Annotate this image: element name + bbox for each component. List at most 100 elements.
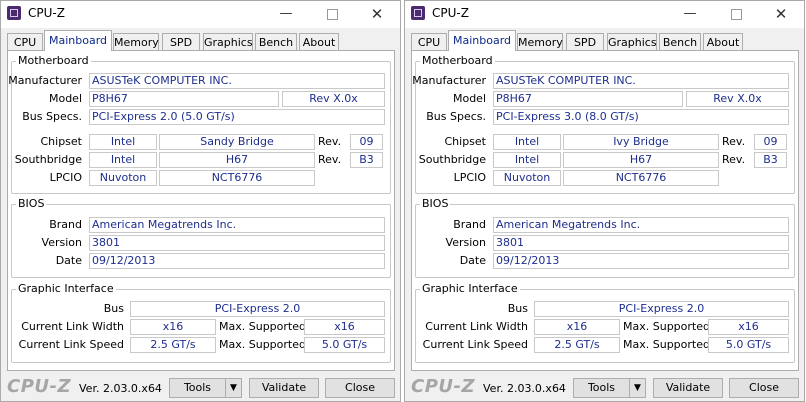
group-title: BIOS <box>16 197 47 211</box>
footer-bar: CPU-Z Ver. 2.03.0.x64 Tools ▼ Validate C… <box>1 374 400 401</box>
max-width-value: x16 <box>304 319 385 335</box>
close-icon[interactable]: ✕ <box>362 4 392 24</box>
chipset-label: Chipset <box>40 135 82 148</box>
mainboard-panel: Motherboard Manufacturer ASUSTeK COMPUTE… <box>7 50 395 371</box>
link-speed-value: 2.5 GT/s <box>130 337 216 353</box>
caret-down-icon[interactable]: ▼ <box>629 378 646 398</box>
manufacturer-label: Manufacturer <box>8 74 82 87</box>
model-value: P8H67 <box>89 91 279 107</box>
model-label: Model <box>48 92 82 105</box>
cpu-z-logo: CPU-Z <box>7 376 72 397</box>
motherboard-group: Motherboard Manufacturer ASUSTeK COMPUTE… <box>8 54 391 194</box>
model-rev-value: Rev X.0x <box>686 91 789 107</box>
gi-bus-label: Bus <box>103 302 124 315</box>
version-text: Ver. 2.03.0.x64 <box>483 382 566 395</box>
chipset-vendor-value: Intel <box>493 134 561 150</box>
southbridge-label: Southbridge <box>14 153 82 166</box>
maximize-icon[interactable] <box>317 4 347 24</box>
link-speed-value: 2.5 GT/s <box>534 337 620 353</box>
motherboard-group: Motherboard Manufacturer ASUSTeK COMPUTE… <box>412 54 795 194</box>
bios-date-value: 09/12/2013 <box>493 253 789 269</box>
graphic-interface-group: Graphic Interface Bus PCI-Express 2.0 Cu… <box>11 282 391 363</box>
southbridge-vendor-value: Intel <box>493 152 561 168</box>
model-label: Model <box>452 92 486 105</box>
validate-button[interactable]: Validate <box>249 378 319 398</box>
lpcio-vendor-value: Nuvoton <box>89 170 157 186</box>
lpcio-vendor-value: Nuvoton <box>493 170 561 186</box>
cpu-z-app-icon <box>411 6 425 20</box>
bios-date-value: 09/12/2013 <box>89 253 385 269</box>
close-button[interactable]: Close <box>729 378 799 398</box>
brand-label: Brand <box>453 218 486 231</box>
bios-version-value: 3801 <box>89 235 385 251</box>
tools-button[interactable]: Tools <box>573 378 630 398</box>
tab-spd[interactable]: SPD <box>162 33 200 50</box>
brand-label: Brand <box>49 218 82 231</box>
manufacturer-value: ASUSTeK COMPUTER INC. <box>89 73 385 89</box>
southbridge-name-value: H67 <box>159 152 315 168</box>
southbridge-name-value: H67 <box>563 152 719 168</box>
southbridge-rev-value: B3 <box>754 152 787 168</box>
cpu-z-logo: CPU-Z <box>411 376 476 397</box>
max-supported-label: Max. Supported <box>219 320 306 333</box>
max-supported-label: Max. Supported <box>219 338 306 351</box>
southbridge-rev-label: Rev. <box>722 153 746 166</box>
model-rev-value: Rev X.0x <box>282 91 385 107</box>
date-label: Date <box>55 254 82 267</box>
close-button[interactable]: Close <box>325 378 395 398</box>
tab-about[interactable]: About <box>703 33 743 50</box>
southbridge-vendor-value: Intel <box>89 152 157 168</box>
tab-cpu[interactable]: CPU <box>7 33 43 50</box>
caret-down-icon[interactable]: ▼ <box>225 378 242 398</box>
tab-memory[interactable]: Memory <box>517 33 563 50</box>
date-label: Date <box>459 254 486 267</box>
tab-about[interactable]: About <box>299 33 339 50</box>
mainboard-panel: Motherboard Manufacturer ASUSTeK COMPUTE… <box>411 50 799 371</box>
max-supported-label: Max. Supported <box>623 320 710 333</box>
bios-group: BIOS Brand American Megatrends Inc. Vers… <box>415 197 795 278</box>
model-value: P8H67 <box>493 91 683 107</box>
southbridge-label: Southbridge <box>418 153 486 166</box>
title-bar[interactable]: CPU-Z — ✕ <box>1 1 400 28</box>
chipset-rev-value: 09 <box>350 134 383 150</box>
bios-brand-value: American Megatrends Inc. <box>89 217 385 233</box>
chipset-rev-value: 09 <box>754 134 787 150</box>
tab-graphics[interactable]: Graphics <box>203 33 253 50</box>
version-label: Version <box>41 236 82 249</box>
bus-specs-label: Bus Specs. <box>426 110 486 123</box>
link-width-value: x16 <box>130 319 216 335</box>
chipset-label: Chipset <box>444 135 486 148</box>
link-speed-label: Current Link Speed <box>422 338 528 351</box>
minimize-icon[interactable]: — <box>271 4 301 24</box>
tab-spd[interactable]: SPD <box>566 33 604 50</box>
maximize-icon[interactable] <box>721 4 751 24</box>
group-title: Motherboard <box>420 54 495 68</box>
tab-mainboard[interactable]: Mainboard <box>44 30 112 51</box>
graphic-interface-group: Graphic Interface Bus PCI-Express 2.0 Cu… <box>415 282 795 363</box>
link-speed-label: Current Link Speed <box>18 338 124 351</box>
cpuz-window-left: CPU-Z — ✕ CPU Mainboard Memory SPD Graph… <box>0 0 401 402</box>
window-title: CPU-Z <box>432 6 469 20</box>
tools-button[interactable]: Tools <box>169 378 226 398</box>
validate-button[interactable]: Validate <box>653 378 723 398</box>
chipset-name-value: Ivy Bridge <box>563 134 719 150</box>
bios-group: BIOS Brand American Megatrends Inc. Vers… <box>11 197 391 278</box>
max-supported-label: Max. Supported <box>623 338 710 351</box>
tab-mainboard[interactable]: Mainboard <box>448 30 516 51</box>
lpcio-name-value: NCT6776 <box>563 170 719 186</box>
gi-bus-value: PCI-Express 2.0 <box>534 301 789 317</box>
link-width-label: Current Link Width <box>425 320 528 333</box>
tab-cpu[interactable]: CPU <box>411 33 447 50</box>
minimize-icon[interactable]: — <box>675 4 705 24</box>
close-icon[interactable]: ✕ <box>766 4 796 24</box>
tab-graphics[interactable]: Graphics <box>607 33 657 50</box>
tab-bench[interactable]: Bench <box>659 33 701 50</box>
group-title: Graphic Interface <box>16 282 116 296</box>
tab-memory[interactable]: Memory <box>113 33 159 50</box>
title-bar[interactable]: CPU-Z — ✕ <box>405 1 804 28</box>
manufacturer-label: Manufacturer <box>412 74 486 87</box>
chipset-rev-label: Rev. <box>318 135 342 148</box>
tab-bench[interactable]: Bench <box>255 33 297 50</box>
chipset-vendor-value: Intel <box>89 134 157 150</box>
bus-specs-value: PCI-Express 2.0 (5.0 GT/s) <box>89 109 385 125</box>
